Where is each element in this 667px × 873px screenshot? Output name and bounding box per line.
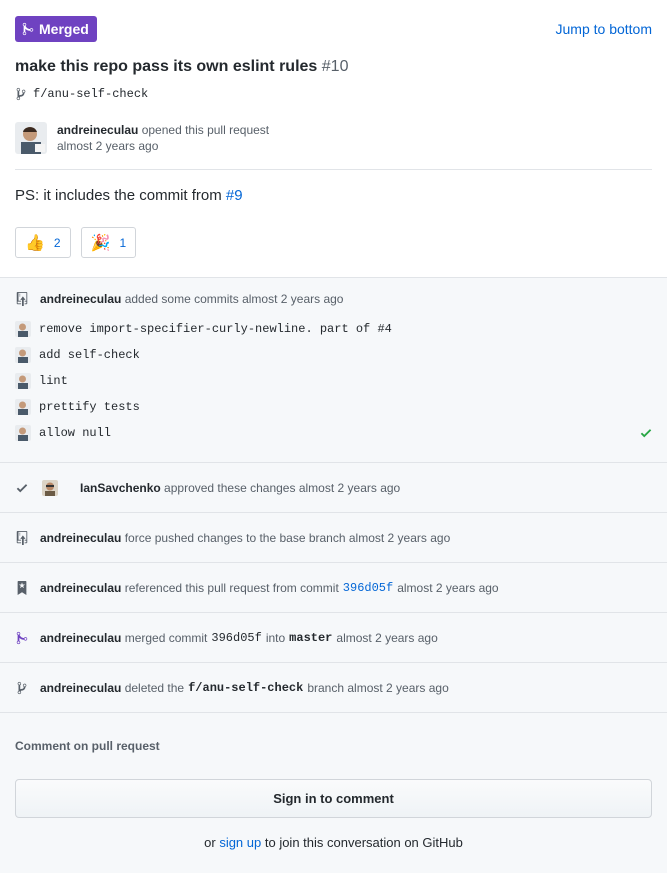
- event-deleted: andreineculau deleted the f/anu-self-che…: [0, 663, 667, 713]
- pr-title: make this repo pass its own eslint rules…: [15, 57, 348, 77]
- repo-push-icon: [16, 530, 28, 545]
- commit-message[interactable]: allow null: [39, 426, 111, 440]
- event-approved: IanSavchenko approved these changes almo…: [0, 463, 667, 513]
- timeline: andreineculau added some commits almost …: [0, 277, 667, 873]
- event-suffix: branch: [307, 680, 345, 695]
- event-force-pushed: andreineculau force pushed changes to th…: [0, 513, 667, 563]
- party-popper-icon: 🎉: [90, 234, 111, 252]
- signup-line: or sign up to join this conversation on …: [0, 835, 667, 850]
- commits-action: added some commits: [124, 292, 239, 306]
- reaction-count: 2: [53, 235, 61, 250]
- check-icon: [16, 483, 28, 492]
- pr-body-link[interactable]: #9: [226, 187, 243, 204]
- bookmark-icon: [17, 580, 27, 595]
- event-action: referenced this pull request from commit: [124, 580, 339, 595]
- signup-suffix: to join this conversation on GitHub: [264, 835, 463, 850]
- pr-header: Merged Jump to bottom make this repo pas…: [0, 0, 667, 278]
- avatar[interactable]: [15, 122, 47, 154]
- divider: [15, 169, 652, 170]
- merge-icon: [22, 22, 34, 36]
- event-user[interactable]: IanSavchenko: [80, 481, 161, 495]
- branch-row: f/anu-self-check: [16, 87, 148, 101]
- merge-icon: [16, 631, 28, 644]
- opener-action: opened this pull request: [141, 123, 270, 137]
- commits-user[interactable]: andreineculau: [40, 292, 121, 306]
- event-user[interactable]: andreineculau: [40, 531, 121, 545]
- event-time: almost 2 years ago: [336, 630, 438, 645]
- reaction-thumbs-up[interactable]: 👍 2: [15, 227, 71, 258]
- event-referenced: andreineculau referenced this pull reque…: [0, 563, 667, 613]
- event-row: andreineculau deleted the f/anu-self-che…: [0, 663, 667, 712]
- commit-message[interactable]: add self-check: [39, 348, 140, 362]
- event-time: almost 2 years ago: [348, 530, 451, 545]
- avatar[interactable]: [15, 321, 31, 337]
- commit-sha: 396d05f: [211, 630, 262, 645]
- event-user[interactable]: andreineculau: [40, 681, 121, 695]
- commits-time: almost 2 years ago: [242, 292, 344, 306]
- opener-time: almost 2 years ago: [57, 139, 159, 153]
- deleted-branch: f/anu-self-check: [188, 680, 304, 695]
- opener-username[interactable]: andreineculau: [57, 123, 138, 137]
- event-action: approved these changes: [164, 480, 296, 495]
- opener-block: andreineculau opened this pull request a…: [15, 122, 269, 154]
- pr-title-text: make this repo pass its own eslint rules: [15, 58, 318, 75]
- branch-icon: [17, 681, 27, 694]
- avatar[interactable]: [15, 373, 31, 389]
- merged-badge: Merged: [15, 16, 97, 42]
- target-branch: master: [289, 630, 333, 645]
- avatar[interactable]: [15, 347, 31, 363]
- commits-header: andreineculau added some commits almost …: [0, 292, 667, 306]
- pr-body-text: PS: it includes the commit from: [15, 187, 222, 204]
- event-time: almost 2 years ago: [298, 480, 401, 495]
- event-time: almost 2 years ago: [347, 680, 449, 695]
- event-into: into: [265, 630, 286, 645]
- pr-number: #10: [321, 58, 349, 75]
- avatar[interactable]: [42, 479, 58, 496]
- event-row: andreineculau referenced this pull reque…: [0, 563, 667, 612]
- event-row: andreineculau merged commit 396d05f into…: [0, 613, 667, 662]
- signup-or: or: [204, 835, 216, 850]
- jump-to-bottom-link[interactable]: Jump to bottom: [556, 21, 653, 37]
- event-user[interactable]: andreineculau: [40, 631, 121, 645]
- comment-area: Comment on pull request Sign in to comme…: [0, 713, 667, 873]
- merged-badge-label: Merged: [39, 21, 89, 37]
- event-merged: andreineculau merged commit 396d05f into…: [0, 613, 667, 663]
- commit-item: allow null: [15, 425, 652, 441]
- opener-text: andreineculau opened this pull request a…: [57, 122, 269, 154]
- reactions: 👍 2 🎉 1: [15, 227, 137, 258]
- avatar[interactable]: [15, 399, 31, 415]
- event-action: merged commit: [124, 630, 208, 645]
- event-action: deleted the: [124, 680, 185, 695]
- branch-icon: [16, 87, 26, 101]
- pr-body: PS: it includes the commit from #9: [15, 187, 243, 204]
- branch-name[interactable]: f/anu-self-check: [33, 87, 148, 101]
- sign-up-link[interactable]: sign up: [219, 835, 261, 850]
- commit-sha-link[interactable]: 396d05f: [343, 581, 393, 595]
- repo-push-icon: [16, 292, 28, 306]
- reaction-count: 1: [119, 235, 127, 250]
- event-row: andreineculau force pushed changes to th…: [0, 513, 667, 562]
- commit-item: add self-check: [15, 347, 652, 363]
- sign-in-to-comment-button[interactable]: Sign in to comment: [15, 779, 652, 818]
- thumbs-up-icon: 👍: [25, 234, 45, 252]
- commit-item: prettify tests: [15, 399, 652, 415]
- event-user[interactable]: andreineculau: [40, 581, 121, 595]
- event-action: force pushed changes to the base branch: [124, 530, 346, 545]
- event-row: IanSavchenko approved these changes almo…: [0, 463, 667, 512]
- commits-block: andreineculau added some commits almost …: [0, 278, 667, 463]
- commit-item: remove import-specifier-curly-newline. p…: [15, 321, 652, 337]
- check-icon[interactable]: [640, 426, 652, 440]
- commit-item: lint: [15, 373, 652, 389]
- comment-label: Comment on pull request: [15, 739, 160, 753]
- avatar[interactable]: [15, 425, 31, 441]
- event-time: almost 2 years ago: [397, 580, 499, 595]
- commit-message[interactable]: prettify tests: [39, 400, 140, 414]
- commit-message[interactable]: lint: [39, 374, 68, 388]
- commit-message[interactable]: remove import-specifier-curly-newline. p…: [39, 322, 392, 336]
- reaction-hooray[interactable]: 🎉 1: [80, 227, 137, 258]
